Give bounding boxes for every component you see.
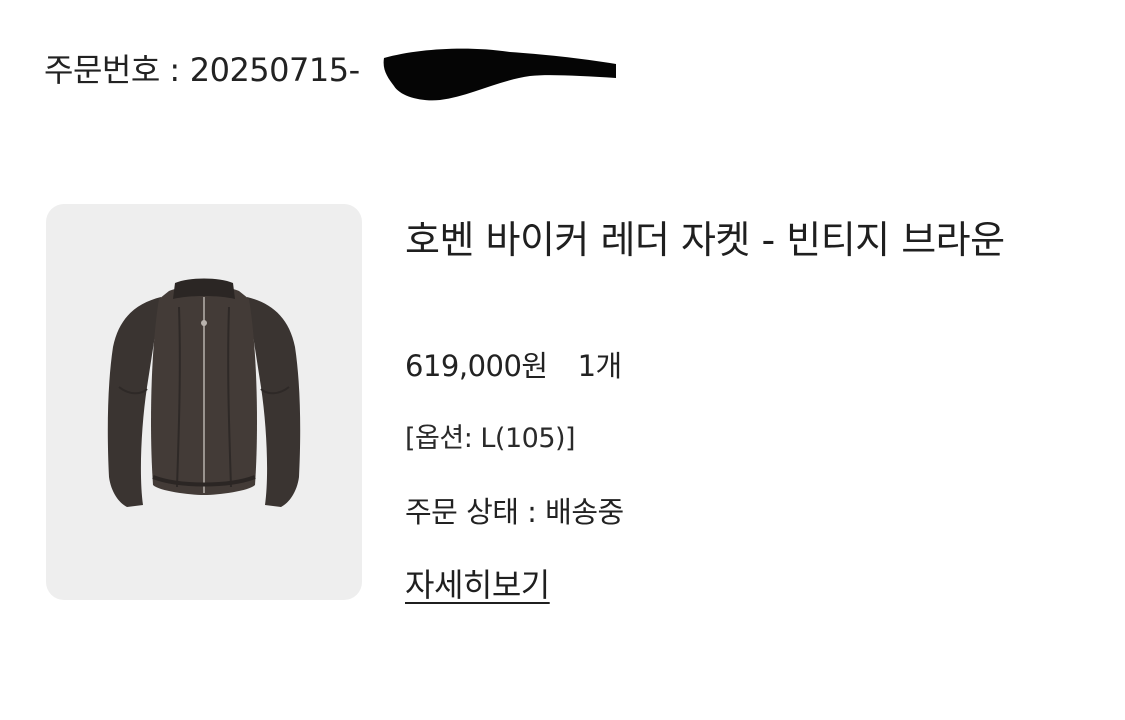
order-number: 주문번호 : 20250715- [44, 48, 360, 92]
redaction-mark [383, 48, 616, 101]
price-row: 619,000원 1개 [405, 346, 1085, 386]
product-info: 호벤 바이커 레더 자켓 - 빈티지 브라운 619,000원 1개 [옵션: … [405, 208, 1085, 606]
jacket-image [107, 278, 301, 507]
order-number-label: 주문번호 : [44, 51, 180, 89]
view-details-link[interactable]: 자세히보기 [405, 564, 550, 606]
product-quantity: 1개 [577, 349, 623, 383]
order-status: 주문 상태 : 배송중 [405, 495, 624, 529]
order-number-value: 20250715- [189, 51, 360, 89]
product-price: 619,000원 [405, 349, 548, 383]
product-name[interactable]: 호벤 바이커 레더 자켓 - 빈티지 브라운 [405, 208, 1085, 272]
product-image-card[interactable] [46, 204, 362, 600]
product-option: [옵션: L(105)] [405, 423, 576, 454]
